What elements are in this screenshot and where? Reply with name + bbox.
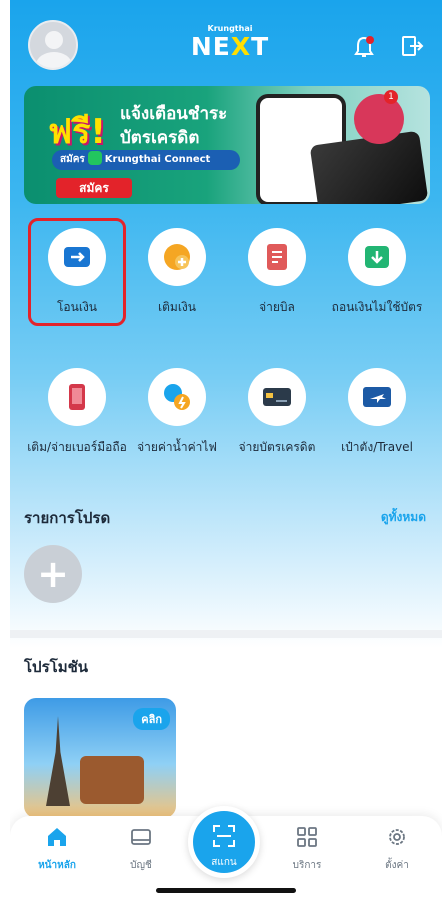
credit-card-icon [263, 388, 291, 406]
tab-accounts[interactable]: บัญชี [106, 826, 176, 873]
service-icon-circle [48, 368, 106, 426]
home-icon [48, 828, 66, 846]
service-label: ถอนเงินไม่ใช้บัตร [331, 300, 423, 314]
pill-prefix: สมัคร [60, 154, 85, 165]
bill-icon [267, 244, 287, 270]
service-label: โอนเงิน [56, 300, 98, 314]
tab-label: หน้าหลัก [38, 860, 76, 871]
favorites-title: รายการโปรด [24, 509, 111, 527]
tab-settings[interactable]: ตั้งค่า [362, 826, 432, 873]
service-cardless-withdraw[interactable]: ถอนเงินไม่ใช้บัตร [327, 214, 427, 316]
scan-label: สแกน [211, 857, 237, 868]
logo-next-x: X [230, 32, 252, 61]
service-label: จ่ายบัตรเครดิต [238, 440, 316, 454]
topup-coin-icon [164, 244, 190, 270]
promotions-title: โปรโมชัน [24, 658, 89, 676]
grid-icon [297, 827, 317, 847]
wallet-icon [131, 829, 151, 845]
gear-icon [389, 829, 405, 845]
service-icon-circle [248, 368, 306, 426]
service-topup[interactable]: เติมเงิน [127, 214, 227, 316]
line-icon [87, 151, 102, 165]
service-credit-card-pay[interactable]: จ่ายบัตรเครดิต [227, 354, 327, 456]
promotion-card[interactable]: คลิก [24, 698, 176, 818]
home-screen: Krungthai NEXT ฟรี! แจ้งเตือนชำระ บัตรเค… [10, 0, 442, 900]
service-icon-circle [348, 228, 406, 286]
section-divider [10, 630, 442, 638]
scan-qr-icon [213, 825, 235, 847]
logout-icon[interactable] [400, 34, 424, 58]
service-billpay[interactable]: จ่ายบิล [227, 214, 327, 316]
suitcase-image [80, 756, 144, 804]
banner-bell-icon [354, 94, 404, 144]
banner-line1: แจ้งเตือนชำระ [120, 104, 228, 124]
pill-service: Krungthai Connect [104, 154, 211, 165]
banner-badge: 1 [384, 90, 398, 104]
tab-label: บริการ [292, 860, 322, 871]
tab-label: บัญชี [130, 860, 152, 871]
utility-icon [164, 384, 190, 410]
service-icon-circle [148, 368, 206, 426]
service-label: จ่ายบิล [259, 300, 295, 314]
top-header: Krungthai NEXT [10, 0, 442, 84]
tab-label: ตั้งค่า [385, 860, 409, 871]
scan-button[interactable]: สแกน [188, 806, 260, 878]
service-icon-circle [248, 228, 306, 286]
home-indicator [156, 888, 296, 893]
service-icon-circle [148, 228, 206, 286]
avatar-body [36, 52, 72, 68]
banner-apply-button[interactable]: สมัคร [56, 178, 132, 198]
app-logo: Krungthai NEXT [180, 24, 280, 61]
notification-bell-icon[interactable] [353, 35, 375, 59]
cardless-withdraw-icon [365, 246, 389, 268]
add-favorite-button[interactable]: + [24, 545, 82, 603]
service-icon-circle [48, 228, 106, 286]
logo-next-ne: NE [190, 32, 231, 61]
banner-line2: บัตรเครดิต [120, 128, 200, 148]
service-utilities[interactable]: จ่ายค่าน้ำค่าไฟ [127, 354, 227, 456]
travel-plane-icon [363, 387, 391, 407]
banner-connect-pill: สมัคร Krungthai Connect [52, 150, 240, 170]
tab-services[interactable]: บริการ [272, 826, 342, 873]
promotion-click-tag: คลิก [133, 708, 170, 730]
logo-next: NEXT [180, 33, 280, 61]
service-label: จ่ายค่าน้ำค่าไฟ [137, 440, 217, 454]
favorites-see-all-link[interactable]: ดูทั้งหมด [381, 508, 426, 527]
service-mobile-topup[interactable]: เติม/จ่ายเบอร์มือถือ [27, 354, 127, 456]
eiffel-tower-image [46, 716, 70, 806]
service-icon-circle [348, 368, 406, 426]
mobile-topup-icon [69, 384, 85, 410]
avatar-head [45, 31, 63, 49]
logo-next-t: T [251, 32, 270, 61]
service-transfer[interactable]: โอนเงิน [27, 214, 127, 316]
transfer-icon [64, 247, 90, 267]
service-label: เป๋าตัง/Travel [341, 440, 413, 454]
promo-banner[interactable]: ฟรี! แจ้งเตือนชำระ บัตรเครดิต สมัคร Krung… [24, 86, 430, 204]
service-label: เติมเงิน [158, 300, 196, 314]
profile-avatar[interactable] [28, 20, 78, 70]
service-travel[interactable]: เป๋าตัง/Travel [327, 354, 427, 456]
tab-home[interactable]: หน้าหลัก [22, 826, 92, 873]
service-label: เติม/จ่ายเบอร์มือถือ [27, 440, 127, 454]
